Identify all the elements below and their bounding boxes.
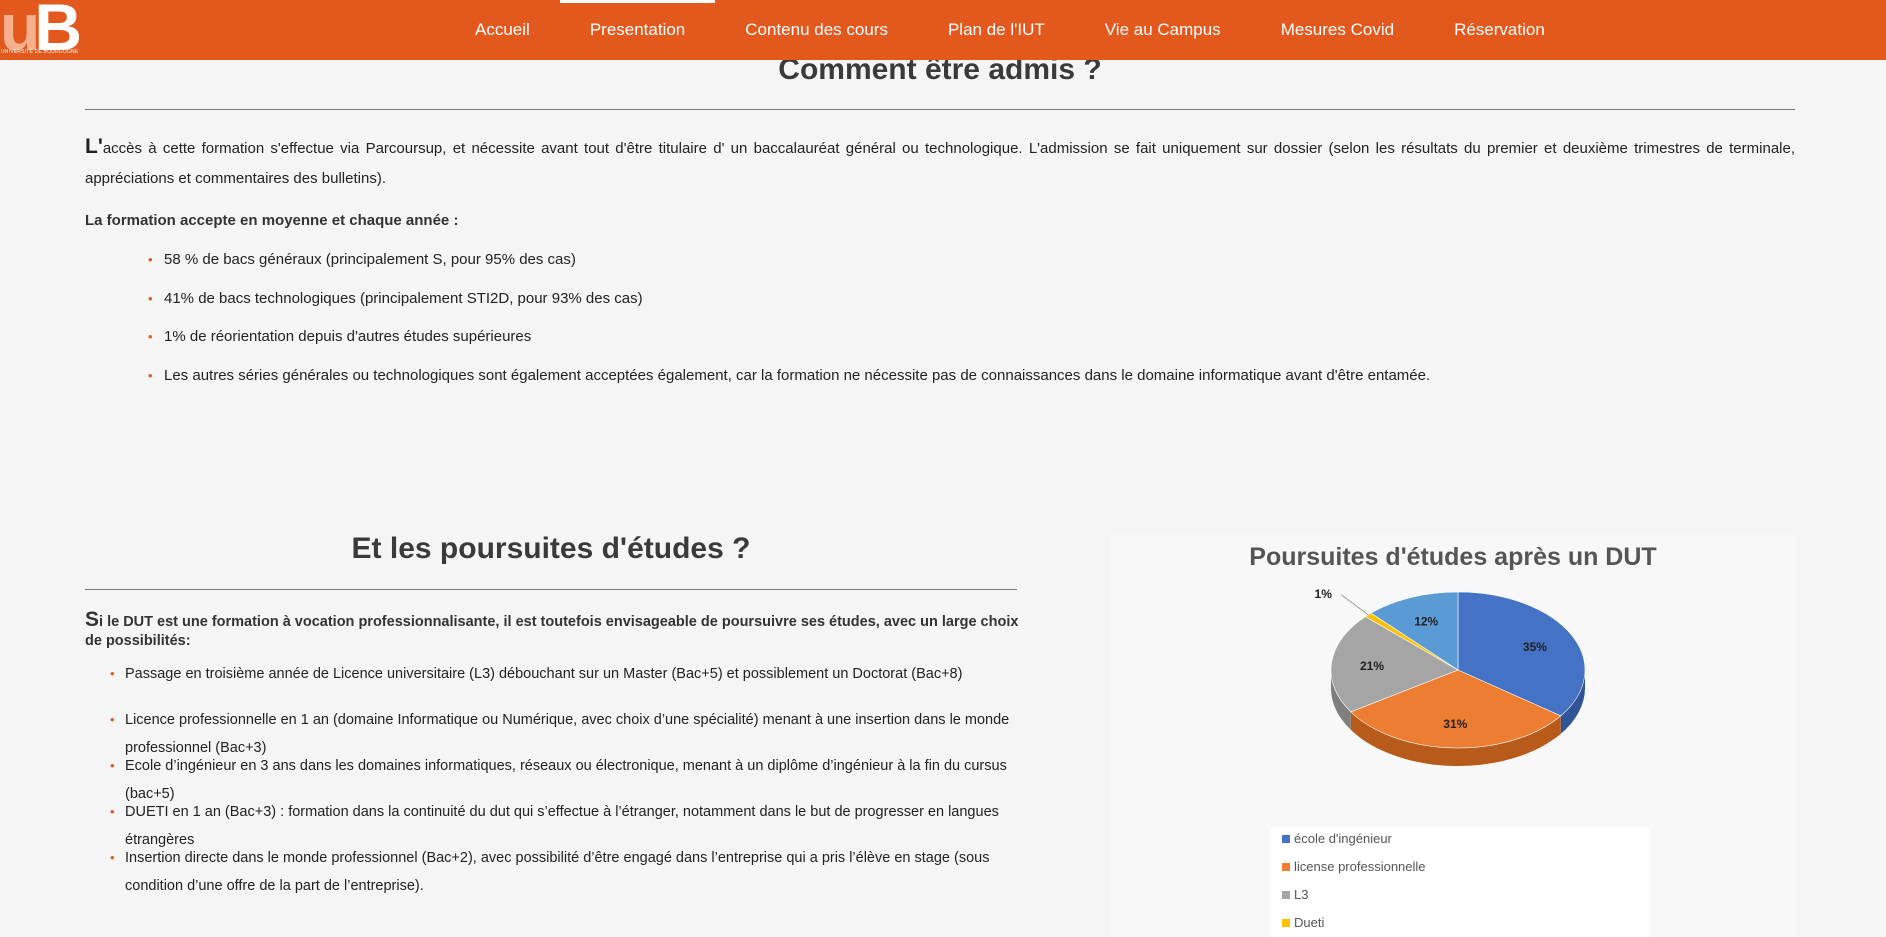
pie-chart-panel: Poursuites d'études après un DUT 35% 31% 2… [1110, 535, 1796, 937]
poursuites-title: Et les poursuites d'études ? [351, 532, 751, 565]
poursuites-list-item: Licence professionnelle en 1 an (domaine… [110, 706, 1010, 756]
legend-label: license professionnelle [1294, 859, 1426, 874]
poursuites-dropcap: S [85, 608, 100, 631]
nav-item-2[interactable]: Contenu des cours [715, 0, 918, 60]
poursuites-list-item: Insertion directe dans le monde professi… [110, 844, 1010, 894]
acceptance-list-item: 1% de réorientation depuis d'autres étud… [148, 324, 1430, 363]
legend-swatch [1282, 862, 1290, 871]
admission-dropcap: L' [85, 135, 103, 158]
nav-item-1[interactable]: Presentation [559, 0, 716, 60]
legend-label: Dueti [1294, 915, 1325, 930]
university-logo[interactable]: uB UNIVERSITÉ DE BOURGOGNE [0, 0, 90, 60]
pie-leader-line-3 [1340, 594, 1369, 616]
pie-data-label-4: 12% [1414, 615, 1438, 629]
legend-item: école d'ingénieur [1282, 831, 1392, 846]
acceptance-list-item: Les autres séries générales ou technolog… [148, 363, 1430, 402]
poursuites-paragraph: Si le DUT est une formation à vocation p… [85, 608, 1020, 651]
pie-data-label-3: 1% [1315, 587, 1333, 601]
poursuites-divider [85, 589, 1017, 590]
acceptance-list-item: 41% de bacs technologiques (principaleme… [148, 286, 1430, 325]
legend-label: L3 [1294, 887, 1309, 902]
legend-label: école d'ingénieur [1294, 831, 1392, 846]
nav-item-0[interactable]: Accueil [445, 0, 560, 60]
legend-item: L3 [1282, 887, 1308, 902]
logo-subtitle: UNIVERSITÉ DE BOURGOGNE [1, 49, 79, 55]
top-navbar: uB UNIVERSITÉ DE BOURGOGNE Accueil Presen… [0, 0, 1886, 60]
legend-swatch [1282, 834, 1290, 843]
acceptance-list-item: 58 % de bacs généraux (principalement S,… [148, 247, 1430, 286]
admission-paragraph: L'accès à cette formation s'effectue via… [85, 132, 1795, 194]
acceptance-list: 58 % de bacs généraux (principalement S,… [148, 247, 1430, 401]
pie-data-label-0: 35% [1523, 640, 1547, 654]
legend-swatch [1282, 918, 1290, 927]
poursuites-paragraph-text: i le DUT est une formation à vocation pr… [85, 614, 1019, 649]
acceptance-heading: La formation accepte en moyenne et chaqu… [85, 212, 459, 229]
poursuites-list: Passage en troisième année de Licence un… [110, 660, 1010, 894]
chart-legend: école d'ingénieur license professionnelle… [1270, 827, 1650, 937]
nav-item-3[interactable]: Plan de l'IUT [918, 0, 1075, 60]
pie-data-label-2: 21% [1360, 659, 1384, 673]
nav-item-6[interactable]: Réservation [1424, 0, 1575, 60]
admission-paragraph-text: accès à cette formation s'effectue via P… [85, 140, 1795, 187]
legend-swatch [1282, 890, 1290, 899]
admission-divider [85, 109, 1795, 110]
poursuites-list-item: Passage en troisième année de Licence un… [110, 660, 1010, 706]
legend-item: license professionnelle [1282, 859, 1426, 874]
poursuites-list-item: DUETI en 1 an (Bac+3) : formation dans l… [110, 798, 1010, 848]
nav-menu: Accueil Presentation Contenu des cours Plan… [445, 0, 1575, 60]
nav-item-4[interactable]: Vie au Campus [1075, 0, 1251, 60]
pie-data-label-1: 31% [1443, 717, 1467, 731]
nav-item-5[interactable]: Mesures Covid [1251, 0, 1424, 60]
poursuites-list-item: Ecole d’ingénieur en 3 ans dans les doma… [110, 752, 1010, 802]
legend-item: Dueti [1282, 915, 1324, 930]
